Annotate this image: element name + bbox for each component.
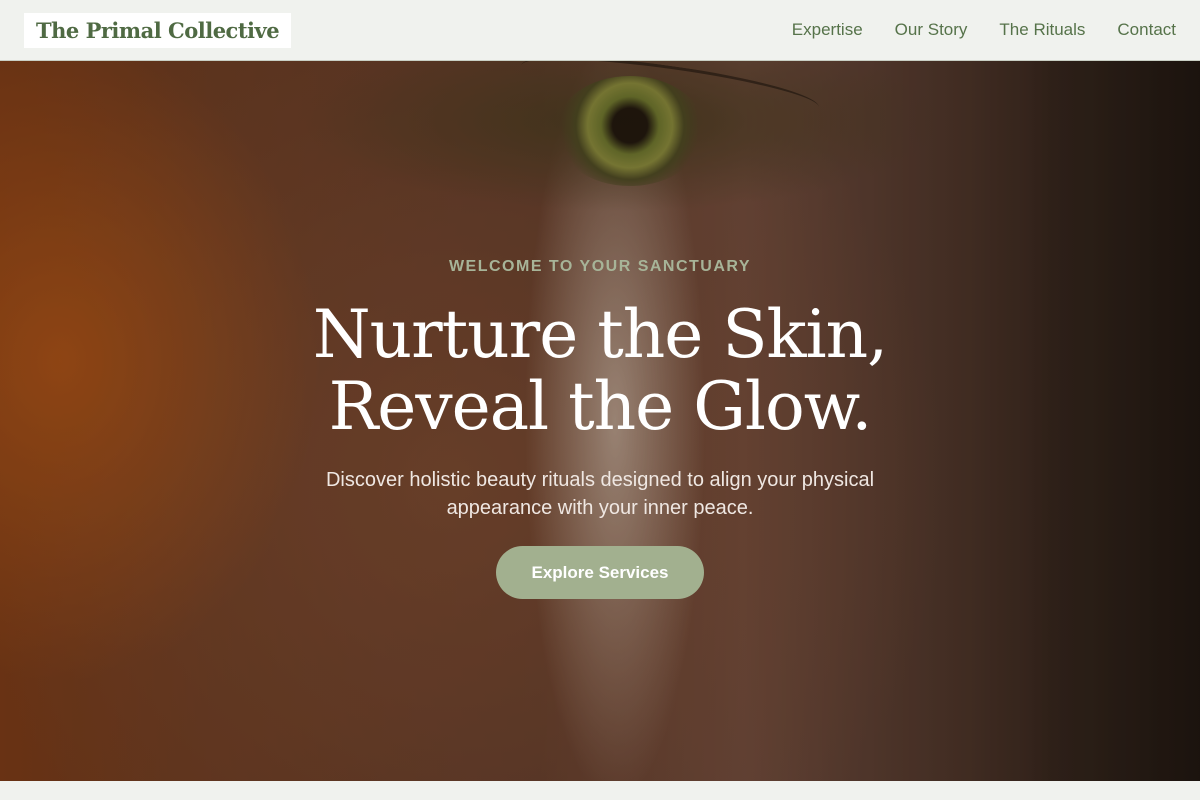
hero-headline-line2: Reveal the Glow. bbox=[328, 368, 873, 445]
site-logo[interactable]: The Primal Collective bbox=[24, 12, 292, 48]
nav-link-our-story[interactable]: Our Story bbox=[895, 20, 968, 40]
hero-headline: Nurture the Skin, Reveal the Glow. bbox=[0, 299, 1200, 443]
explore-services-button[interactable]: Explore Services bbox=[496, 546, 704, 599]
hero-section: WELCOME TO YOUR SANCTUARY Nurture the Sk… bbox=[0, 61, 1200, 781]
main-nav: Expertise Our Story The Rituals Contact bbox=[792, 20, 1176, 40]
site-header: The Primal Collective Expertise Our Stor… bbox=[0, 0, 1200, 61]
hero-headline-line1: Nurture the Skin, bbox=[312, 296, 888, 373]
nav-link-contact[interactable]: Contact bbox=[1117, 20, 1176, 40]
hero-content: WELCOME TO YOUR SANCTUARY Nurture the Sk… bbox=[0, 61, 1200, 781]
nav-link-expertise[interactable]: Expertise bbox=[792, 20, 863, 40]
hero-eyebrow: WELCOME TO YOUR SANCTUARY bbox=[448, 258, 752, 275]
next-section-edge bbox=[0, 781, 1200, 800]
nav-link-the-rituals[interactable]: The Rituals bbox=[999, 20, 1085, 40]
hero-subtext: Discover holistic beauty rituals designe… bbox=[325, 469, 875, 519]
